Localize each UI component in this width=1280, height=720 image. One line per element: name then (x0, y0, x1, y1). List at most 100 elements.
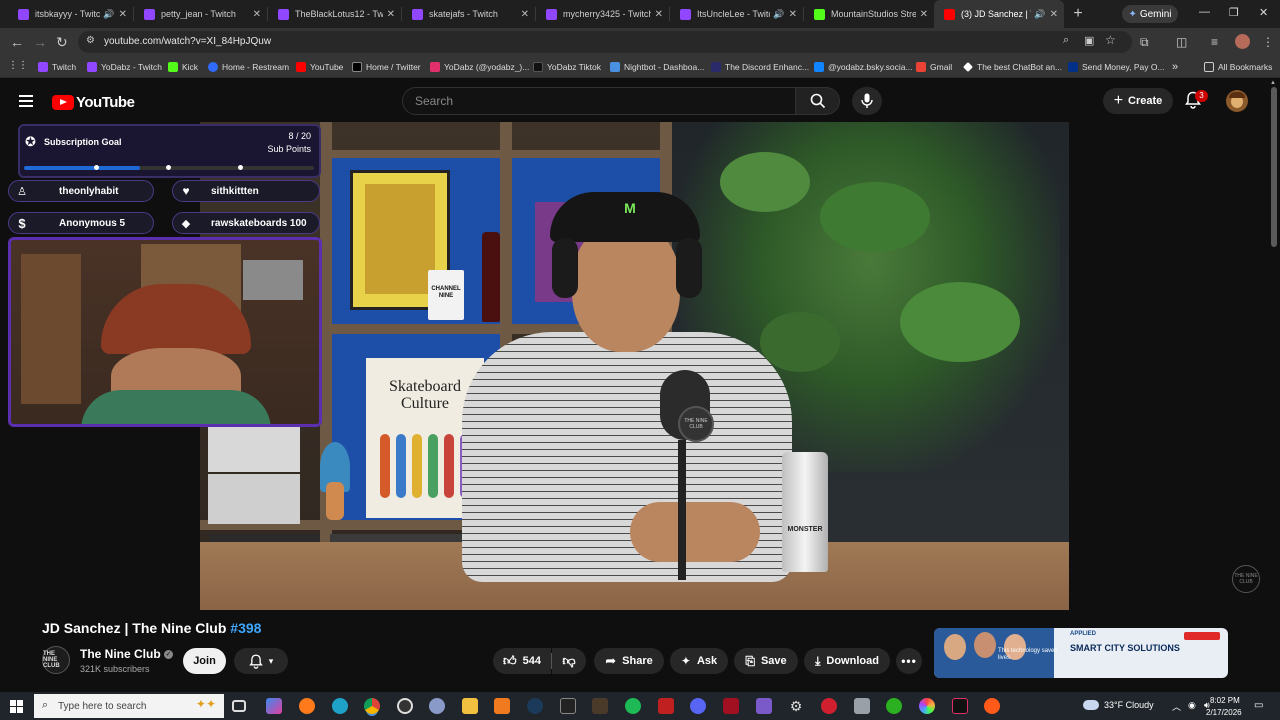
browser-tab[interactable]: MountainStudios Stream ✕ (804, 0, 934, 28)
discord-icon[interactable] (690, 698, 706, 714)
bookmark-item[interactable]: Home / Twitter (352, 60, 421, 74)
channel-name[interactable]: The Nine Club ✓ (80, 647, 174, 661)
clock-date[interactable]: 2/17/2026 (1206, 708, 1242, 717)
download-button[interactable]: ⤓ Download (804, 648, 890, 674)
browser-tab[interactable]: ItsUncleLee - Twitch 🔊 ✕ (670, 0, 803, 28)
bookmark-item[interactable]: Nightbot - Dashboa... (610, 60, 704, 74)
search-input[interactable]: Search (402, 87, 796, 115)
close-icon[interactable]: ✕ (253, 9, 261, 20)
video-player[interactable]: CHANNEL NINE Skateboard Culture M THE NI… (200, 122, 1069, 610)
close-icon[interactable]: ✕ (521, 9, 529, 20)
search-button[interactable] (796, 87, 840, 115)
new-tab-button[interactable]: + (1064, 0, 1092, 28)
scroll-up-arrow-icon[interactable]: ▲ (1270, 80, 1276, 86)
browser-tab[interactable]: skatejafs - Twitch ✕ (402, 0, 535, 28)
chrome-icon[interactable] (364, 698, 380, 714)
obs-icon[interactable] (397, 698, 413, 714)
create-button[interactable]: + Create (1103, 88, 1173, 114)
profile-avatar[interactable] (1235, 34, 1250, 49)
speaker-icon[interactable]: 🔊 (103, 9, 114, 20)
apps-icon[interactable]: ⋮⋮ (8, 60, 28, 71)
address-bar[interactable]: ⚙ youtube.com/watch?v=XI_84HpJQuw ⌕ ▣ ☆ (78, 31, 1132, 53)
notification-center-icon[interactable]: ▭ (1254, 700, 1263, 711)
tray-overflow-icon[interactable]: ︿ (1172, 700, 1181, 713)
bookmark-item[interactable]: YoDabz (@yodabz_)... (430, 60, 529, 74)
pen-app-icon[interactable] (756, 698, 772, 714)
share-button[interactable]: ➦ Share (594, 648, 664, 674)
bookmark-item[interactable]: YouTube (296, 60, 343, 74)
red-circle-app-icon[interactable] (821, 698, 837, 714)
restore-button[interactable]: ❐ (1229, 6, 1239, 19)
close-icon[interactable]: ✕ (387, 9, 395, 20)
bookmark-item[interactable]: The Discord Enhanc... (711, 60, 809, 74)
taskbar-search-input[interactable]: ⌕ Type here to search ✦✦ (34, 694, 224, 718)
bookmark-item[interactable]: YoDabz Tiktok (533, 60, 601, 74)
bookmark-item[interactable]: Send Money, Pay O... (1068, 60, 1165, 74)
reload-button[interactable]: ↻ (56, 34, 68, 50)
close-icon[interactable]: ✕ (655, 9, 663, 20)
page-scrollbar-thumb[interactable] (1271, 87, 1277, 247)
window-close-button[interactable]: ✕ (1259, 6, 1268, 19)
bookmark-item[interactable]: Gmail (916, 60, 952, 74)
voice-search-button[interactable] (852, 87, 882, 115)
speaker-icon[interactable]: 🔊 (773, 9, 784, 20)
close-icon[interactable]: ✕ (920, 9, 928, 20)
zoom-icon[interactable]: ⌕ (1063, 34, 1069, 47)
like-button[interactable]: 👍︎ 544 (493, 648, 551, 674)
browser-tab[interactable]: TheBlackLotus12 - Twitc ✕ (268, 0, 401, 28)
install-app-icon[interactable]: ▣ (1084, 34, 1094, 47)
orange-app-icon[interactable] (984, 698, 1000, 714)
menu-icon[interactable]: ⋮ (1262, 35, 1274, 49)
bookmark-item[interactable]: Twitch (38, 60, 76, 74)
app-a-icon[interactable] (494, 698, 510, 714)
channel-avatar[interactable]: THE NINE CLUB (42, 646, 70, 674)
windows-start-icon[interactable] (10, 700, 23, 713)
colorful-app-icon[interactable] (919, 698, 935, 714)
close-icon[interactable]: ✕ (119, 9, 127, 20)
close-icon[interactable]: ✕ (1050, 9, 1058, 20)
ad-banner[interactable]: This technology saves lives. APPLIED SMA… (934, 628, 1228, 678)
bookmarks-overflow-button[interactable]: » (1172, 60, 1178, 74)
video-hashtag-link[interactable]: #398 (230, 620, 261, 636)
settings-gear-icon[interactable]: ⚙ (788, 698, 804, 714)
close-icon[interactable]: ✕ (789, 9, 797, 20)
extensions-icon[interactable]: ⧉ (1140, 35, 1149, 50)
streaming-app-icon[interactable] (658, 698, 674, 714)
join-button[interactable]: Join (183, 648, 226, 674)
browser-tab[interactable]: itsbkayyy - Twitch 🔊 ✕ (8, 0, 133, 28)
copilot-icon[interactable] (266, 698, 282, 714)
weather-text[interactable]: 33°F Cloudy (1104, 700, 1154, 710)
hamburger-menu-icon[interactable] (19, 95, 33, 107)
reading-list-icon[interactable]: ≡ (1211, 35, 1218, 49)
bookmark-item[interactable]: @yodabz.bsky.socia... (814, 60, 913, 74)
back-button[interactable]: ← (10, 34, 24, 50)
window-app-icon[interactable] (854, 698, 870, 714)
browser-tab-active[interactable]: (3) JD Sanchez | The 🔊 ✕ (934, 0, 1064, 28)
xbox-icon[interactable] (886, 698, 902, 714)
bookmark-item[interactable]: The best ChatBot an... (963, 60, 1062, 74)
site-info-icon[interactable]: ⚙ (86, 35, 95, 46)
save-button[interactable]: ⎘ Save (734, 648, 798, 674)
audio-app-icon[interactable] (429, 698, 445, 714)
minimize-button[interactable]: — (1199, 6, 1210, 18)
epic-games-icon[interactable] (560, 698, 576, 714)
bookmark-item[interactable]: YoDabz - Twitch (87, 60, 162, 74)
ask-button[interactable]: ✦ Ask (670, 648, 728, 674)
browser-tab[interactable]: petty_jean - Twitch ✕ (134, 0, 267, 28)
firefox-icon[interactable] (299, 698, 315, 714)
browser-tab[interactable]: mycherry3425 - Twitch ✕ (536, 0, 669, 28)
speaker-icon[interactable]: 🔊 (1034, 9, 1045, 20)
channel-name-text[interactable]: The Nine Club (80, 647, 161, 661)
clock-time[interactable]: 8:02 PM (1210, 696, 1240, 705)
bookmark-star-icon[interactable]: ☆ (1105, 33, 1116, 47)
more-actions-button[interactable]: ••• (896, 648, 922, 674)
spotify-icon[interactable] (625, 698, 641, 714)
account-avatar[interactable] (1226, 90, 1248, 112)
red-app-icon[interactable] (723, 698, 739, 714)
edge-icon[interactable] (332, 698, 348, 714)
tiktok-icon[interactable] (952, 698, 968, 714)
game-app-icon[interactable] (592, 698, 608, 714)
forward-button[interactable]: → (33, 34, 47, 50)
gemini-button[interactable]: ✦ Gemini (1122, 5, 1178, 23)
dislike-button[interactable]: 👎︎ (552, 648, 586, 674)
